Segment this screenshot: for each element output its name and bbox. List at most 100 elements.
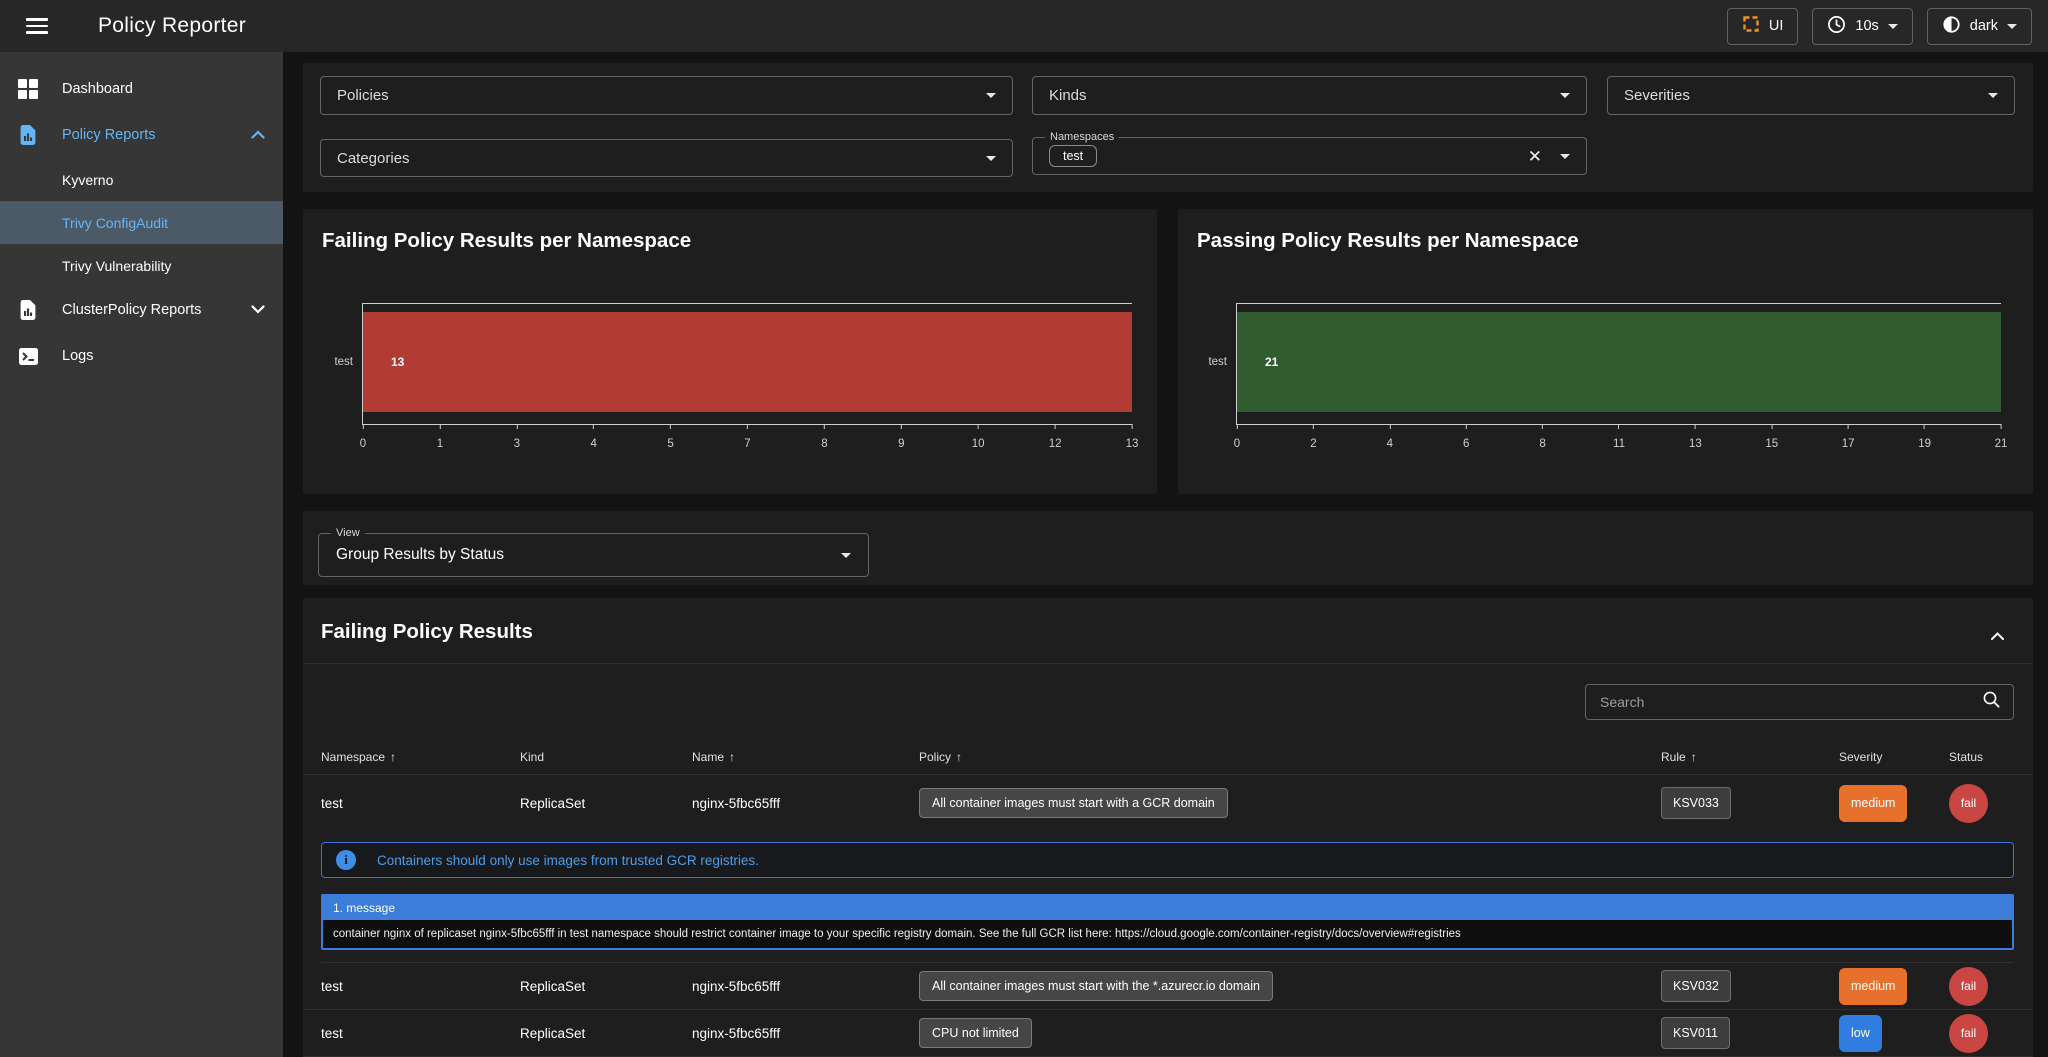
x-axis-tick: 2	[1310, 424, 1316, 450]
ui-version-button[interactable]: UI	[1727, 8, 1799, 45]
chart-title: Passing Policy Results per Namespace	[1197, 229, 1579, 253]
view-card: View Group Results by Status	[303, 511, 2033, 585]
table-row[interactable]: test ReplicaSet nginx-5fbc65fff All cont…	[303, 775, 2033, 831]
rule-chip[interactable]: KSV011	[1661, 1017, 1730, 1049]
categories-filter-label: Categories	[337, 150, 410, 167]
x-axis-tick: 3	[514, 424, 520, 450]
cell-namespace: test	[321, 979, 520, 994]
sidebar-item-clusterpolicy-reports[interactable]: ClusterPolicy Reports	[0, 287, 283, 333]
cell-kind: ReplicaSet	[520, 979, 692, 994]
x-axis-tick: 4	[590, 424, 596, 450]
chevron-down-icon	[986, 93, 996, 98]
severity-badge: medium	[1839, 785, 1907, 822]
menu-icon[interactable]	[26, 14, 50, 38]
x-axis-ticks: 01345789101213	[363, 424, 1132, 458]
x-axis-tick: 17	[1842, 424, 1855, 450]
cell-name: nginx-5fbc65fff	[692, 796, 919, 811]
table-header-row: Namespace↑ Kind Name↑ Policy↑ Rule↑ Seve…	[303, 740, 2033, 775]
sidebar: Dashboard Policy Reports Kyverno Trivy C…	[0, 52, 283, 1057]
chevron-down-icon	[1560, 93, 1570, 98]
column-header-rule[interactable]: Rule↑	[1661, 750, 1839, 764]
sort-asc-icon: ↑	[956, 750, 962, 764]
clock-icon	[1827, 15, 1846, 38]
sidebar-item-label: ClusterPolicy Reports	[62, 302, 201, 318]
policies-filter-label: Policies	[337, 87, 389, 104]
chevron-down-icon	[251, 302, 265, 318]
column-header-severity[interactable]: Severity	[1839, 750, 1949, 764]
theme-contrast-icon	[1942, 15, 1961, 38]
filters-card: Policies Kinds Severities Categories Nam…	[303, 63, 2033, 192]
policies-filter[interactable]: Policies	[320, 76, 1013, 115]
sidebar-item-policy-reports[interactable]: Policy Reports	[0, 112, 283, 158]
x-axis-tick: 0	[1234, 424, 1240, 450]
theme-value: dark	[1970, 18, 1998, 34]
x-axis-tick: 4	[1387, 424, 1393, 450]
section-title: Failing Policy Results	[321, 620, 533, 644]
theme-select[interactable]: dark	[1927, 8, 2032, 45]
chevron-down-icon	[986, 156, 996, 161]
sidebar-item-label: Dashboard	[62, 81, 133, 97]
sidebar-item-logs[interactable]: Logs	[0, 333, 283, 379]
x-axis-ticks: 02468111315171921	[1237, 424, 2001, 458]
cell-name: nginx-5fbc65fff	[692, 979, 919, 994]
clear-icon[interactable]: ✕	[1524, 148, 1546, 165]
search-field[interactable]	[1585, 684, 2014, 720]
policy-chip[interactable]: CPU not limited	[919, 1018, 1032, 1048]
bar-passing: 21	[1237, 312, 2001, 412]
rule-chip[interactable]: KSV032	[1661, 970, 1731, 1002]
refresh-interval-select[interactable]: 10s	[1812, 8, 1912, 45]
sidebar-item-trivy-configaudit[interactable]: Trivy ConfigAudit	[0, 201, 283, 244]
file-chart-icon	[16, 298, 40, 322]
table-row[interactable]: test ReplicaSet nginx-5fbc65fff All cont…	[303, 963, 2033, 1010]
column-header-namespace[interactable]: Namespace↑	[321, 750, 520, 764]
x-axis-tick: 10	[972, 424, 985, 450]
namespace-chip[interactable]: test	[1049, 145, 1097, 167]
policy-chip[interactable]: All container images must start with the…	[919, 971, 1273, 1001]
kinds-filter[interactable]: Kinds	[1032, 76, 1587, 115]
rule-chip[interactable]: KSV033	[1661, 787, 1731, 819]
sidebar-item-label: Kyverno	[62, 172, 113, 188]
file-chart-icon	[16, 123, 40, 147]
policy-description-text: Containers should only use images from t…	[377, 853, 759, 868]
failing-chart-card: Failing Policy Results per Namespace tes…	[303, 209, 1157, 494]
table-row[interactable]: test ReplicaSet nginx-5fbc65fff CPU not …	[303, 1010, 2033, 1057]
search-input[interactable]	[1586, 694, 1982, 710]
view-select[interactable]: View Group Results by Status	[318, 533, 869, 577]
namespaces-filter[interactable]: Namespaces test ✕	[1032, 137, 1587, 175]
chevron-down-icon	[2007, 24, 2017, 29]
cell-namespace: test	[321, 1026, 520, 1041]
search-icon[interactable]	[1982, 690, 2001, 714]
bar-failing: 13	[363, 312, 1132, 412]
column-header-status[interactable]: Status	[1949, 750, 2014, 764]
cell-kind: ReplicaSet	[520, 1026, 692, 1041]
categories-filter[interactable]: Categories	[320, 139, 1013, 177]
x-axis-tick: 8	[1539, 424, 1545, 450]
severity-badge: medium	[1839, 968, 1907, 1005]
cell-namespace: test	[321, 796, 520, 811]
cell-name: nginx-5fbc65fff	[692, 1026, 919, 1041]
cell-kind: ReplicaSet	[520, 796, 692, 811]
sidebar-item-dashboard[interactable]: Dashboard	[0, 66, 283, 112]
x-axis-tick: 0	[360, 424, 366, 450]
x-axis-tick: 13	[1689, 424, 1702, 450]
bar-value-label: 21	[1265, 355, 1278, 369]
column-header-policy[interactable]: Policy↑	[919, 750, 1661, 764]
dashboard-icon	[16, 77, 40, 101]
y-axis-category-label: test	[334, 356, 353, 368]
policy-description-banner: i Containers should only use images from…	[321, 842, 2014, 878]
x-axis-tick: 6	[1463, 424, 1469, 450]
x-axis-tick: 15	[1765, 424, 1778, 450]
severities-filter-label: Severities	[1624, 87, 1690, 104]
column-header-kind[interactable]: Kind	[520, 750, 692, 764]
info-icon: i	[336, 850, 356, 870]
policy-chip[interactable]: All container images must start with a G…	[919, 788, 1228, 818]
x-axis-tick: 19	[1918, 424, 1931, 450]
namespaces-filter-label: Namespaces	[1045, 130, 1119, 144]
sidebar-item-trivy-vulnerability[interactable]: Trivy Vulnerability	[0, 244, 283, 287]
column-header-name[interactable]: Name↑	[692, 750, 919, 764]
severities-filter[interactable]: Severities	[1607, 76, 2015, 115]
sidebar-item-kyverno[interactable]: Kyverno	[0, 158, 283, 201]
x-axis-tick: 8	[821, 424, 827, 450]
chevron-down-icon	[1560, 154, 1570, 159]
collapse-section-button[interactable]	[1985, 624, 2009, 648]
